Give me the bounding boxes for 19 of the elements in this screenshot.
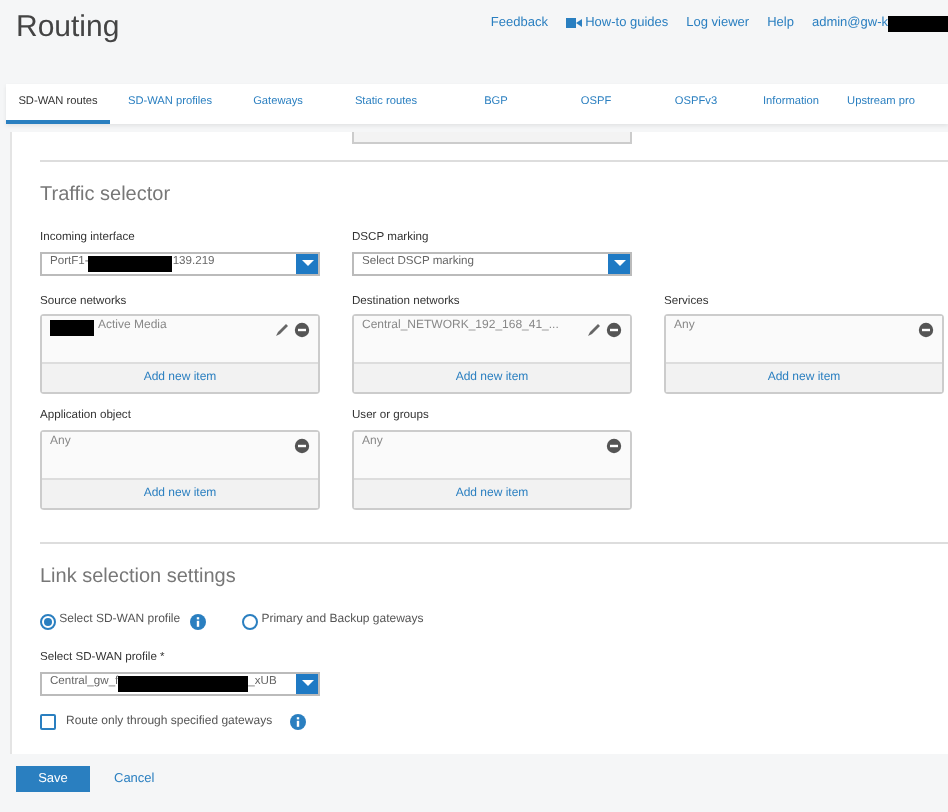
video-icon [565,16,582,31]
redaction-mark [118,675,249,692]
checkbox[interactable] [40,714,56,731]
redaction-mark [888,15,948,32]
caret-icon [613,260,625,267]
radio-button[interactable] [242,613,259,630]
radio-button[interactable] [40,613,56,630]
caret-icon [301,260,313,267]
redaction-mark [88,255,173,272]
input-field[interactable] [352,132,632,144]
page-title: Routing [16,10,120,48]
section-heading: Link selection settings [40,564,238,593]
section-heading: Traffic selector [40,182,173,210]
remove-icon [606,322,622,339]
remove-icon [294,438,310,455]
remove-icon [918,322,934,339]
remove-icon [294,322,310,339]
remove-icon [606,438,622,455]
caret-icon [301,680,313,687]
